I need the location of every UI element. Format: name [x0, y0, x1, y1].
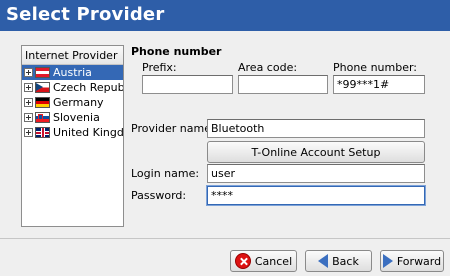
tree-item-czech-republic[interactable]: Czech Republi: [22, 80, 123, 95]
germany-flag-icon: [35, 97, 50, 108]
forward-button[interactable]: Forward: [380, 250, 444, 272]
tree-item-label: Czech Republi: [53, 81, 124, 94]
tree-item-label: Germany: [53, 96, 104, 109]
provider-name-label: Provider name:: [131, 122, 215, 135]
austria-flag-icon: [35, 67, 50, 78]
cancel-label: Cancel: [254, 254, 293, 268]
expand-icon[interactable]: [24, 98, 33, 107]
password-label: Password:: [131, 189, 187, 202]
back-arrow-icon: [318, 254, 329, 268]
tree-item-austria[interactable]: Austria: [22, 65, 123, 80]
page-title: Select Provider: [6, 4, 165, 25]
login-name-input[interactable]: user: [207, 164, 425, 183]
tree-item-united-kingdom[interactable]: United Kingdor: [22, 125, 123, 140]
slovenia-flag-icon: [35, 112, 50, 123]
prefix-input[interactable]: [142, 75, 233, 94]
back-label: Back: [332, 254, 359, 268]
back-button[interactable]: Back: [305, 250, 372, 272]
area-code-label: Area code:: [238, 61, 298, 74]
prefix-label: Prefix:: [142, 61, 177, 74]
tree-item-slovenia[interactable]: Slovenia: [22, 110, 123, 125]
phone-number-input[interactable]: *99***1#: [333, 75, 425, 94]
expand-icon[interactable]: [24, 68, 33, 77]
cancel-icon: [234, 253, 251, 269]
expand-icon[interactable]: [24, 128, 33, 137]
password-input[interactable]: ****: [207, 186, 425, 205]
tree-column-header[interactable]: Internet Provider: [22, 46, 123, 65]
uk-flag-icon: [35, 127, 50, 138]
login-name-label: Login name:: [131, 167, 200, 180]
provider-name-input[interactable]: Bluetooth: [207, 119, 425, 138]
tree-item-label: Slovenia: [53, 111, 100, 124]
title-bar: Select Provider: [0, 0, 450, 31]
forward-arrow-icon: [382, 254, 393, 268]
expand-icon[interactable]: [24, 83, 33, 92]
forward-label: Forward: [396, 254, 442, 268]
phone-number-label: Phone number:: [333, 61, 418, 74]
tree-item-label: Austria: [53, 66, 92, 79]
cancel-button[interactable]: Cancel: [230, 250, 297, 272]
czech-flag-icon: [35, 82, 50, 93]
tree-item-germany[interactable]: Germany: [22, 95, 123, 110]
area-code-input[interactable]: [238, 75, 328, 94]
expand-icon[interactable]: [24, 113, 33, 122]
t-online-setup-button[interactable]: T-Online Account Setup: [207, 141, 425, 163]
phone-section-title: Phone number: [131, 45, 222, 58]
t-online-setup-label: T-Online Account Setup: [251, 145, 381, 159]
provider-tree[interactable]: Internet Provider Austria Czech Republi …: [21, 45, 124, 227]
tree-item-label: United Kingdor: [53, 126, 124, 139]
button-separator: [0, 238, 450, 239]
